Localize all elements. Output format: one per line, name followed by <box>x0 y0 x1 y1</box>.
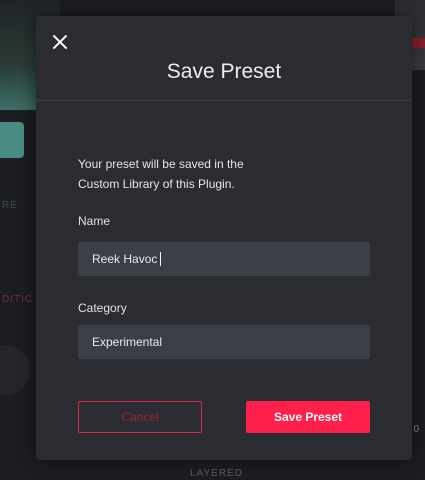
category-select-value: Experimental <box>92 335 163 349</box>
divider <box>36 100 412 101</box>
save-preset-button[interactable]: Save Preset <box>246 401 370 433</box>
background-text: RE <box>2 200 18 211</box>
cancel-button-label: Cancel <box>121 410 159 424</box>
background-accent-mark <box>411 38 425 48</box>
cancel-button[interactable]: Cancel <box>78 401 202 433</box>
name-input[interactable]: Reek Havoc <box>78 242 370 276</box>
close-button[interactable] <box>51 33 69 51</box>
name-label: Name <box>78 214 111 228</box>
category-label: Category <box>78 301 127 315</box>
background-text: 0 <box>413 424 419 435</box>
description-line: Custom Library of this Plugin. <box>78 177 235 191</box>
background-text: DITIC <box>2 294 34 305</box>
save-preset-dialog: Save Preset Your preset will be saved in… <box>36 16 412 460</box>
close-icon <box>53 35 67 49</box>
dialog-description: Your preset will be saved in the Custom … <box>78 154 368 194</box>
background-knob <box>0 345 30 395</box>
text-cursor <box>160 252 162 266</box>
save-preset-button-label: Save Preset <box>273 410 343 424</box>
background-text: LAYERED <box>190 468 243 479</box>
name-input-value: Reek Havoc <box>92 252 158 266</box>
dialog-title: Save Preset <box>166 60 282 83</box>
category-select[interactable]: Experimental <box>78 325 370 359</box>
background-tab <box>0 122 24 158</box>
description-line: Your preset will be saved in the <box>78 157 244 171</box>
